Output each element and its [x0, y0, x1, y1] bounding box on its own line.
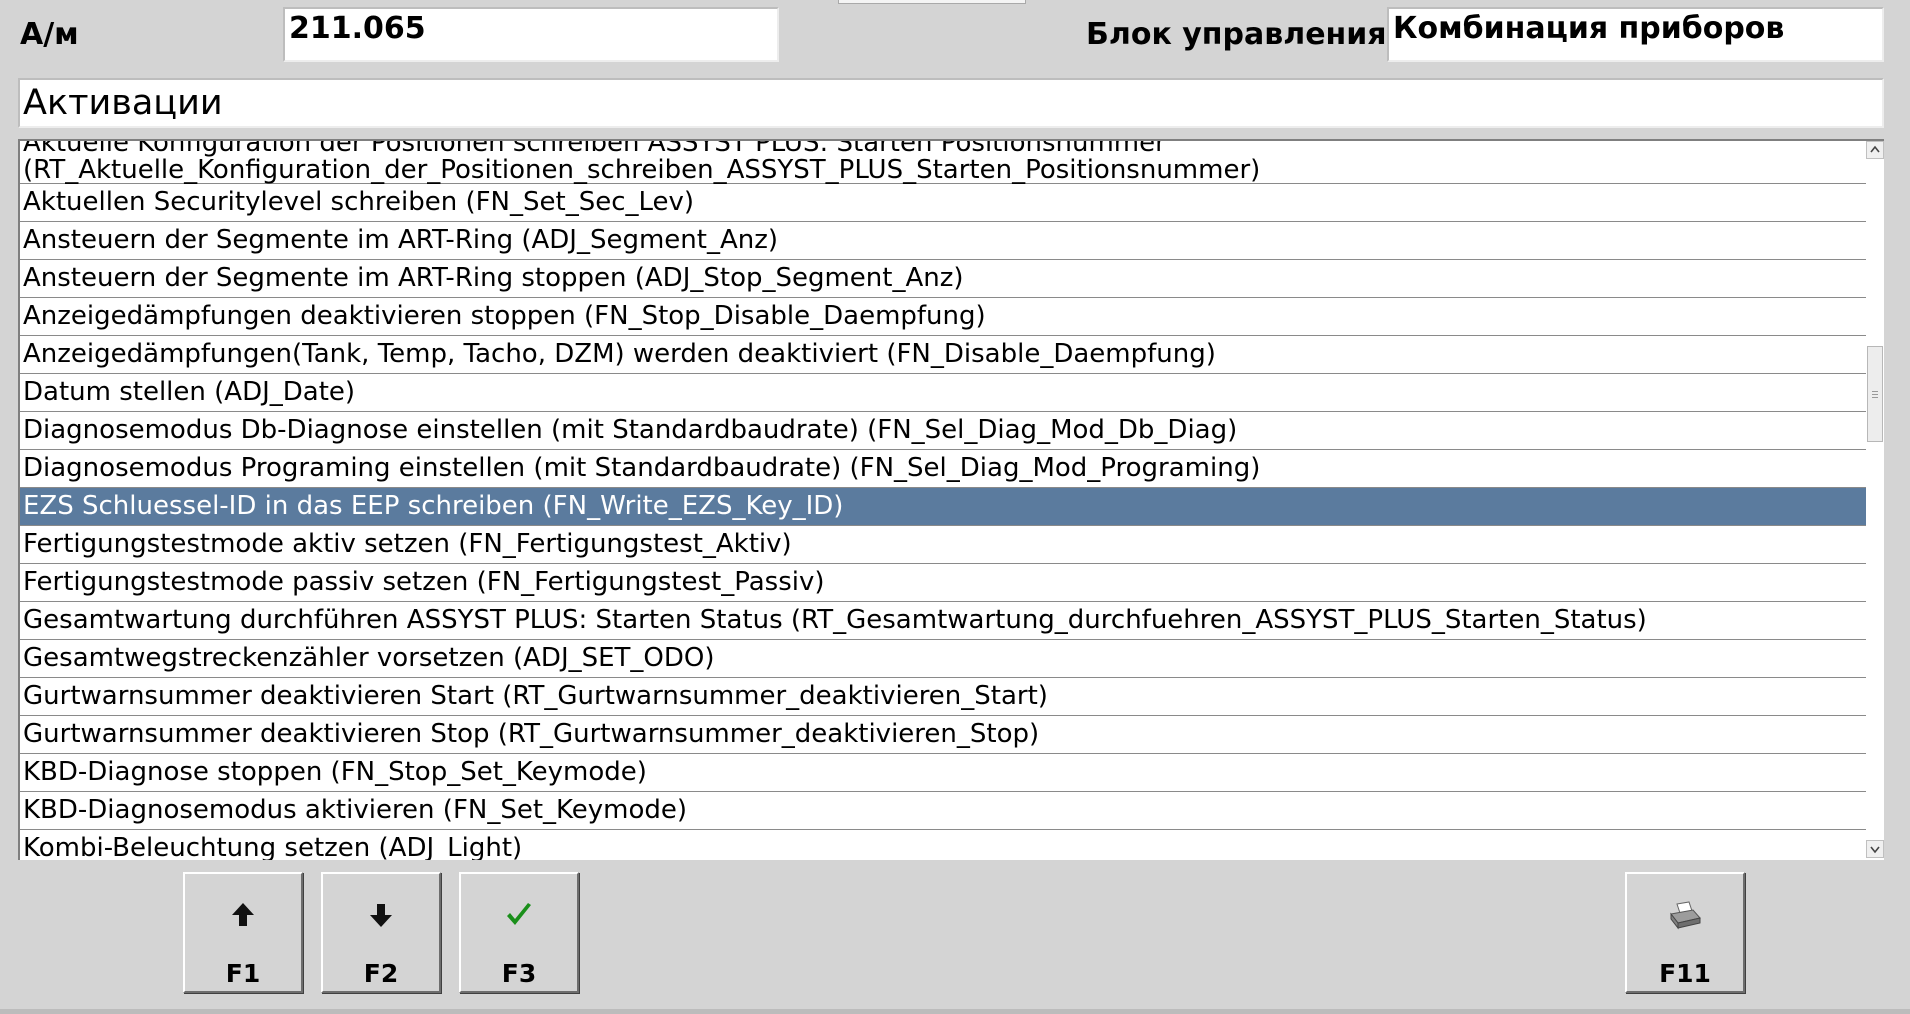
list-item[interactable]: Diagnosemodus Programing einstellen (mit…	[20, 450, 1866, 488]
vehicle-field[interactable]: 211.065	[283, 7, 779, 62]
f3-button[interactable]: F3	[459, 872, 579, 993]
f11-label: F11	[1659, 959, 1711, 988]
list-item[interactable]: Anzeigedämpfungen(Tank, Temp, Tacho, DZM…	[20, 336, 1866, 374]
arrow-down-icon	[323, 900, 439, 932]
f2-label: F2	[363, 959, 399, 988]
list-item[interactable]: Gurtwarnsummer deaktivieren Stop (RT_Gur…	[20, 716, 1866, 754]
scroll-down-arrow-icon[interactable]	[1866, 840, 1884, 858]
ecu-label: Блок управления	[1086, 17, 1387, 52]
list-scrollbar[interactable]	[1866, 139, 1884, 860]
checkmark-icon	[461, 900, 577, 932]
ecu-field[interactable]: Комбинация приборов	[1387, 7, 1884, 62]
f2-button[interactable]: F2	[321, 872, 441, 993]
scroll-up-arrow-icon[interactable]	[1866, 141, 1884, 159]
f3-label: F3	[501, 959, 537, 988]
list-item[interactable]: Datum stellen (ADJ_Date)	[20, 374, 1866, 412]
list-item[interactable]: Fertigungstestmode passiv setzen (FN_Fer…	[20, 564, 1866, 602]
top-tab-edge	[838, 0, 1026, 4]
activation-list[interactable]: Aktuelle Konfiguration der Positionen sc…	[18, 139, 1866, 860]
list-item[interactable]: KBD-Diagnosemodus aktivieren (FN_Set_Key…	[20, 792, 1866, 830]
printer-icon	[1627, 900, 1743, 932]
list-item[interactable]: KBD-Diagnose stoppen (FN_Stop_Set_Keymod…	[20, 754, 1866, 792]
list-item-selected[interactable]: EZS Schluessel-ID in das EEP schreiben (…	[20, 488, 1866, 526]
list-item[interactable]: Ansteuern der Segmente im ART-Ring (ADJ_…	[20, 222, 1866, 260]
list-item-label: (RT_Aktuelle_Konfiguration_der_Positione…	[23, 155, 1261, 185]
list-item[interactable]: Diagnosemodus Db-Diagnose einstellen (mi…	[20, 412, 1866, 450]
f11-button[interactable]: F11	[1625, 872, 1745, 993]
list-item[interactable]: Fertigungstestmode aktiv setzen (FN_Fert…	[20, 526, 1866, 564]
list-item[interactable]: Ansteuern der Segmente im ART-Ring stopp…	[20, 260, 1866, 298]
scroll-thumb[interactable]	[1867, 346, 1883, 442]
list-item[interactable]: Aktuelle Konfiguration der Positionen sc…	[20, 141, 1866, 185]
list-item[interactable]: Kombi-Beleuchtung setzen (ADJ_Light)	[20, 830, 1866, 860]
list-item[interactable]: Gesamtwegstreckenzähler vorsetzen (ADJ_S…	[20, 640, 1866, 678]
f1-label: F1	[225, 959, 261, 988]
vehicle-label: А/м	[20, 17, 79, 52]
list-item[interactable]: Gesamtwartung durchführen ASSYST PLUS: S…	[20, 602, 1866, 640]
bottom-edge	[0, 1009, 1910, 1014]
arrow-up-icon	[185, 900, 301, 932]
list-item[interactable]: Aktuellen Securitylevel schreiben (FN_Se…	[20, 184, 1866, 222]
f1-button[interactable]: F1	[183, 872, 303, 993]
list-item[interactable]: Gurtwarnsummer deaktivieren Start (RT_Gu…	[20, 678, 1866, 716]
section-title: Активации	[18, 78, 1884, 128]
list-item[interactable]: Anzeigedämpfungen deaktivieren stoppen (…	[20, 298, 1866, 336]
